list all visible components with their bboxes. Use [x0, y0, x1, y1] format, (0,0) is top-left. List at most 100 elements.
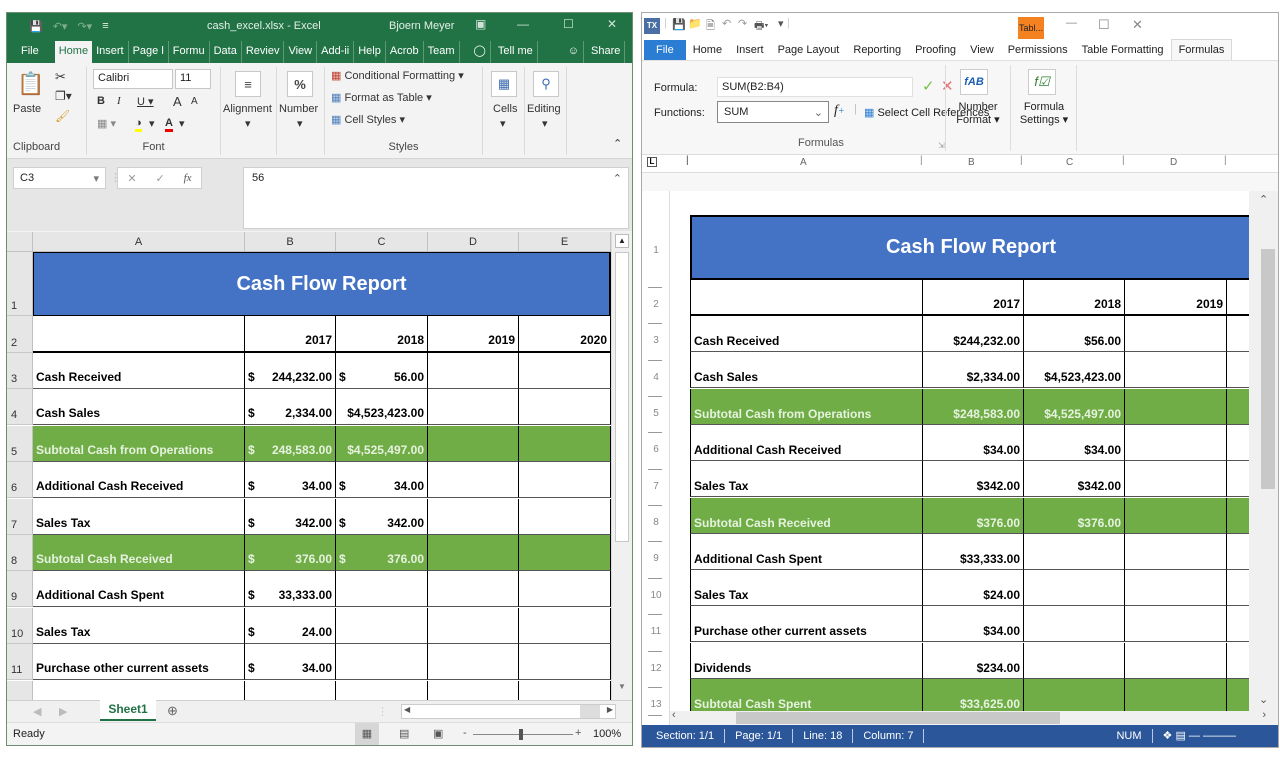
insert-function-icon[interactable]: fx [184, 172, 192, 184]
enter-icon[interactable]: ✓ [156, 172, 165, 185]
font-color-dropdown[interactable]: ▾ [179, 117, 185, 130]
functions-select[interactable]: SUM ⌄ [717, 101, 829, 123]
value-cell-2019[interactable] [1125, 534, 1227, 570]
row-header-7[interactable]: 7 [7, 499, 33, 535]
collapse-formula-bar-icon[interactable]: ⌃ [613, 172, 622, 185]
row-label-cell[interactable]: Subtotal Cash from Operations [690, 389, 923, 425]
tab-stop-selector[interactable]: L [647, 157, 657, 167]
tab-home[interactable]: Home [686, 40, 729, 60]
row-label-cell[interactable]: Purchase other current assets [33, 644, 245, 680]
value-cell-extra[interactable] [1227, 498, 1249, 534]
undo-icon[interactable]: ↶ [722, 17, 731, 30]
tell-me-search[interactable]: ◯ Tell me [466, 40, 542, 63]
value-cell-2017[interactable]: $34.00 [923, 425, 1024, 461]
insert-function-icon[interactable]: f+ [834, 103, 845, 119]
zoom-in-button[interactable]: + [575, 727, 581, 739]
value-cell-2019[interactable] [428, 426, 519, 462]
tab-add-ins[interactable]: Add-ii [317, 41, 355, 63]
row-label-cell[interactable]: Cash Received [690, 316, 923, 352]
value-cell-2018[interactable]: $4,525,497.00 [336, 426, 428, 462]
format-as-table-button[interactable]: ▦ Format as Table ▾ [331, 91, 432, 104]
row-label-cell[interactable]: Purchase other current assets [690, 606, 923, 642]
value-cell-2018[interactable] [336, 571, 428, 607]
increase-font-icon[interactable]: A [173, 94, 182, 109]
value-cell-2019[interactable] [1125, 679, 1227, 711]
row-label-cell[interactable]: Dividends [690, 643, 923, 679]
tab-file[interactable]: File [17, 41, 55, 63]
scroll-down-icon[interactable]: ▼ [615, 682, 629, 696]
column-header-d[interactable]: D [428, 232, 519, 252]
value-cell-2018[interactable]: $34.00 [336, 462, 428, 498]
name-box-dropdown-icon[interactable]: ▾ [93, 172, 99, 185]
row-header-2[interactable]: 2 [7, 316, 33, 353]
scroll-left-icon[interactable]: ◀ [404, 705, 410, 714]
new-document-icon[interactable]: 🗎 [706, 17, 715, 36]
year-header-2018[interactable]: 2018 [336, 316, 428, 353]
row-label-cell[interactable]: Additional Cash Received [690, 425, 923, 461]
zoom-out-button[interactable]: - [463, 727, 467, 739]
value-cell-2018[interactable]: $4,523,423.00 [1024, 352, 1125, 388]
font-size-select[interactable]: 11 [175, 69, 211, 89]
value-cell-2019[interactable] [428, 499, 519, 535]
column-header-b[interactable]: B [245, 232, 336, 252]
value-cell-2018[interactable]: $4,525,497.00 [1024, 389, 1125, 425]
scroll-up-icon[interactable]: ⌃ [1259, 193, 1268, 206]
horizontal-scroll-track[interactable] [580, 705, 600, 718]
value-cell-extra[interactable] [1227, 389, 1249, 425]
document-area[interactable]: 1234567891011121314 Cash Flow Report 201… [642, 191, 1278, 738]
row-header-6[interactable]: 6 [7, 462, 33, 498]
year-header-2018[interactable]: 2018 [1024, 280, 1125, 316]
row-label-cell[interactable]: Additional Cash Spent [33, 571, 245, 607]
row-label-cell[interactable]: Cash Sales [690, 352, 923, 388]
cells-button[interactable]: Cells [493, 103, 517, 115]
value-cell-2018[interactable] [336, 608, 428, 644]
maximize-icon[interactable]: ☐ [563, 17, 574, 31]
sheet-tab-sheet1[interactable]: Sheet1 [100, 700, 156, 721]
table-cell-a2[interactable] [690, 280, 923, 316]
horizontal-scrollbar[interactable]: ‹ › [670, 709, 1278, 725]
year-header-2019[interactable]: 2019 [1125, 280, 1227, 316]
row-label-cell[interactable]: Sales Tax [690, 570, 923, 606]
row-header-5[interactable]: 5 [7, 426, 33, 462]
value-cell-extra[interactable] [1227, 316, 1249, 352]
redo-icon[interactable]: ↷▾ [77, 20, 92, 33]
editing-button[interactable]: Editing [527, 103, 561, 115]
bold-button[interactable]: B [97, 95, 105, 107]
report-title-cell[interactable]: Cash Flow Report [33, 252, 611, 316]
value-cell-2017[interactable]: $244,232.00 [245, 353, 336, 389]
vertical-ruler[interactable]: 1234567891011121314 [642, 191, 670, 738]
value-cell-2019[interactable] [428, 644, 519, 680]
tab-table-formatting[interactable]: Table Formatting [1074, 39, 1171, 60]
vertical-scroll-thumb[interactable] [615, 252, 629, 542]
tab-acrobat[interactable]: Acrob [386, 41, 424, 63]
empty-cell[interactable] [245, 681, 336, 700]
tab-reporting[interactable]: Reporting [846, 40, 908, 60]
underline-button[interactable]: U ▾ [137, 95, 154, 108]
zoom-slider-thumb[interactable] [519, 729, 523, 740]
value-cell-2017[interactable]: $376.00 [245, 535, 336, 571]
value-cell-2020[interactable] [519, 608, 611, 644]
tab-formulas[interactable]: Formu [169, 41, 210, 63]
value-cell-2017[interactable]: $2,334.00 [923, 352, 1024, 388]
value-cell-2017[interactable]: $376.00 [923, 498, 1024, 534]
row-label-cell[interactable]: Sales Tax [33, 608, 245, 644]
cell-styles-button[interactable]: ▦ Cell Styles ▾ [331, 113, 405, 126]
font-name-select[interactable]: Calibri [93, 69, 173, 89]
worksheet-grid[interactable]: A B C D E 1 Cash Flow Report 2 2017 2018… [7, 232, 632, 700]
row-header-12[interactable] [7, 681, 33, 700]
year-header-2017[interactable]: 2017 [245, 316, 336, 353]
value-cell-2017[interactable]: $248,583.00 [923, 389, 1024, 425]
tab-page-layout[interactable]: Page l [129, 41, 169, 63]
save-icon[interactable]: 💾 [672, 18, 686, 31]
scroll-right-icon[interactable]: › [1262, 709, 1266, 721]
vertical-scrollbar[interactable]: ▲ ▼ [611, 232, 632, 700]
value-cell-2019[interactable] [1125, 352, 1227, 388]
tab-proofing[interactable]: Proofing [908, 40, 963, 60]
horizontal-scrollbar[interactable]: ◀ ▶ [401, 704, 616, 719]
normal-view-icon[interactable]: ▦ [355, 723, 379, 745]
value-cell-extra[interactable] [1227, 679, 1249, 711]
tab-home[interactable]: Home [54, 41, 93, 63]
empty-cell[interactable] [336, 681, 428, 700]
row-label-cell[interactable]: Subtotal Cash Received [690, 498, 923, 534]
value-cell-2020[interactable] [519, 499, 611, 535]
